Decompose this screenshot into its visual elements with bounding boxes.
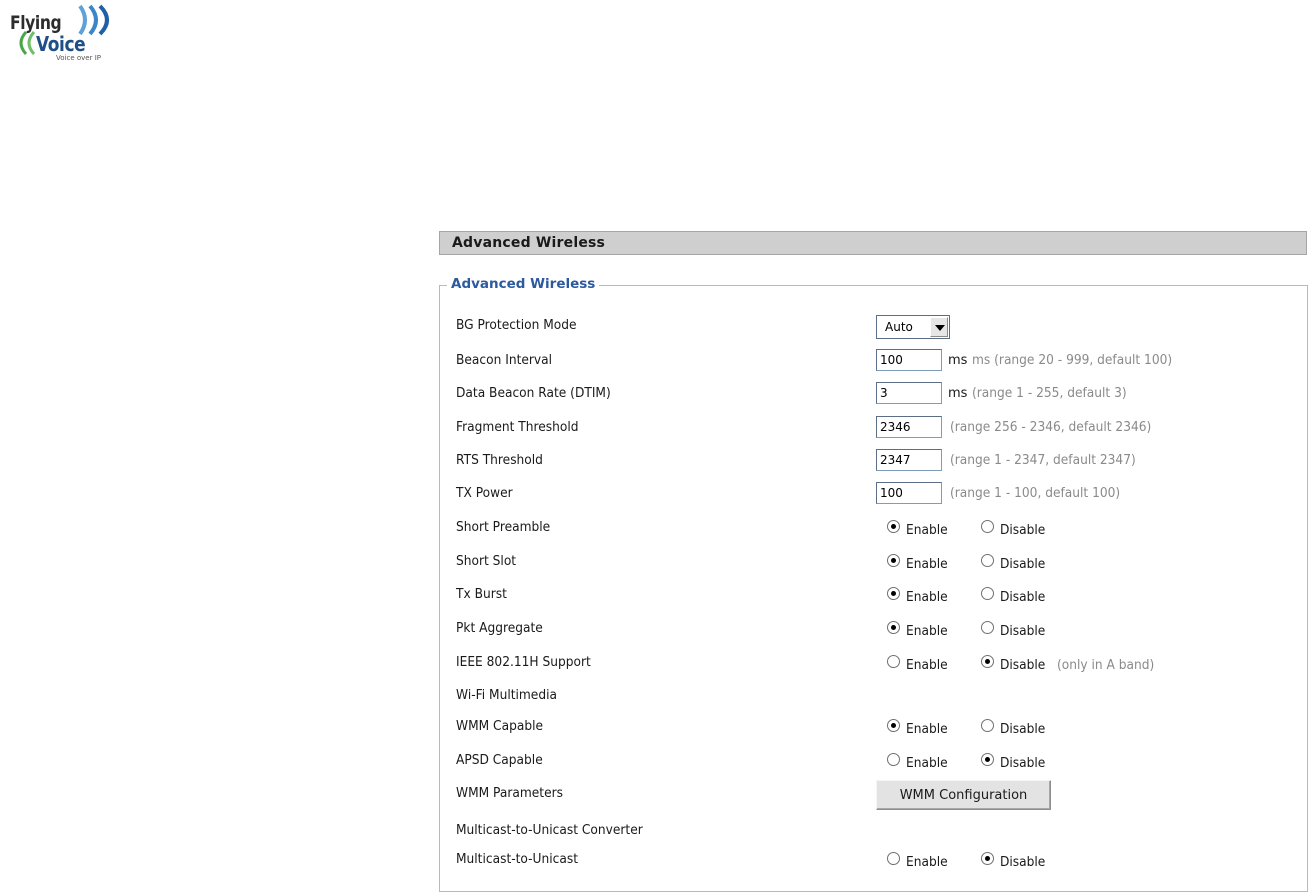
wmm-capable-disable-label[interactable]: Disable (1000, 722, 1045, 737)
short-slot-label: Short Slot (456, 554, 517, 569)
bg-protection-select[interactable]: Auto (876, 315, 950, 339)
logo-text-voice: Voice (36, 32, 86, 56)
dtim-hint: (range 1 - 255, default 3) (972, 386, 1127, 401)
multicast-to-unicast-disable-label[interactable]: Disable (1000, 855, 1045, 870)
multicast-to-unicast-enable-label[interactable]: Enable (906, 855, 948, 870)
short-slot-disable-label[interactable]: Disable (1000, 557, 1045, 572)
group-legend: Advanced Wireless (447, 276, 600, 292)
flying-voice-logo: Flying Voice Voice over IP (8, 4, 118, 62)
tx-burst-enable-label[interactable]: Enable (906, 590, 948, 605)
short-slot-enable-label[interactable]: Enable (906, 557, 948, 572)
short-slot-enable-radio[interactable] (887, 554, 900, 567)
short-preamble-disable-radio[interactable] (981, 520, 994, 533)
apsd-capable-disable-label[interactable]: Disable (1000, 756, 1045, 771)
wifi-multimedia-heading: Wi-Fi Multimedia (456, 688, 557, 703)
multicast-to-unicast-enable-radio[interactable] (887, 852, 900, 865)
tx-burst-disable-radio[interactable] (981, 587, 994, 600)
multicast-to-unicast-label: Multicast-to-Unicast (456, 852, 579, 867)
short-preamble-label: Short Preamble (456, 520, 551, 535)
short-preamble-enable-label[interactable]: Enable (906, 523, 948, 538)
apsd-capable-disable-radio[interactable] (981, 753, 994, 766)
ieee80211h-enable-label[interactable]: Enable (906, 658, 948, 673)
apsd-capable-enable-label[interactable]: Enable (906, 756, 948, 771)
pkt-aggregate-enable-radio[interactable] (887, 621, 900, 634)
pkt-aggregate-disable-label[interactable]: Disable (1000, 624, 1045, 639)
dtim-unit: ms (948, 386, 968, 401)
section-header: Advanced Wireless (439, 231, 1307, 255)
wmm-parameters-label: WMM Parameters (456, 786, 563, 801)
tx-power-hint: (range 1 - 100, default 100) (950, 486, 1121, 501)
tx-power-input[interactable] (876, 482, 942, 504)
rts-threshold-label: RTS Threshold (456, 453, 543, 468)
dtim-label: Data Beacon Rate (DTIM) (456, 386, 611, 401)
fragment-threshold-input[interactable] (876, 416, 942, 438)
dtim-input[interactable] (876, 382, 942, 404)
wmm-capable-enable-radio[interactable] (887, 719, 900, 732)
ieee80211h-disable-label[interactable]: Disable (1000, 658, 1045, 673)
wmm-capable-enable-label[interactable]: Enable (906, 722, 948, 737)
pkt-aggregate-label: Pkt Aggregate (456, 621, 543, 636)
advanced-wireless-group (439, 285, 1308, 892)
rts-threshold-input[interactable] (876, 449, 942, 471)
short-preamble-disable-label[interactable]: Disable (1000, 523, 1045, 538)
chevron-down-icon[interactable] (930, 317, 948, 337)
wmm-configuration-button[interactable]: WMM Configuration (876, 780, 1051, 810)
rts-threshold-hint: (range 1 - 2347, default 2347) (950, 453, 1136, 468)
beacon-interval-label: Beacon Interval (456, 353, 553, 368)
logo-tagline: Voice over IP (56, 54, 101, 62)
wmm-capable-label: WMM Capable (456, 719, 543, 734)
fragment-threshold-label: Fragment Threshold (456, 420, 579, 435)
section-title: Advanced Wireless (452, 235, 606, 251)
pkt-aggregate-disable-radio[interactable] (981, 621, 994, 634)
logo-text-flying: Flying (10, 12, 62, 34)
ieee80211h-label: IEEE 802.11H Support (456, 655, 591, 670)
m2u-converter-heading: Multicast-to-Unicast Converter (456, 823, 643, 838)
short-preamble-enable-radio[interactable] (887, 520, 900, 533)
bg-protection-value: Auto (885, 320, 913, 334)
tx-power-label: TX Power (456, 486, 513, 501)
ieee80211h-disable-radio[interactable] (981, 655, 994, 668)
beacon-interval-input[interactable] (876, 349, 942, 371)
beacon-interval-unit: ms (948, 353, 968, 368)
apsd-capable-enable-radio[interactable] (887, 753, 900, 766)
apsd-capable-label: APSD Capable (456, 753, 543, 768)
fragment-threshold-hint: (range 256 - 2346, default 2346) (950, 420, 1152, 435)
bg-protection-label: BG Protection Mode (456, 318, 577, 333)
beacon-interval-hint: ms (range 20 - 999, default 100) (972, 353, 1173, 368)
ieee80211h-enable-radio[interactable] (887, 655, 900, 668)
tx-burst-label: Tx Burst (456, 587, 507, 602)
wmm-capable-disable-radio[interactable] (981, 719, 994, 732)
multicast-to-unicast-disable-radio[interactable] (981, 852, 994, 865)
tx-burst-disable-label[interactable]: Disable (1000, 590, 1045, 605)
ieee80211h-hint: (only in A band) (1057, 658, 1155, 673)
pkt-aggregate-enable-label[interactable]: Enable (906, 624, 948, 639)
tx-burst-enable-radio[interactable] (887, 587, 900, 600)
short-slot-disable-radio[interactable] (981, 554, 994, 567)
